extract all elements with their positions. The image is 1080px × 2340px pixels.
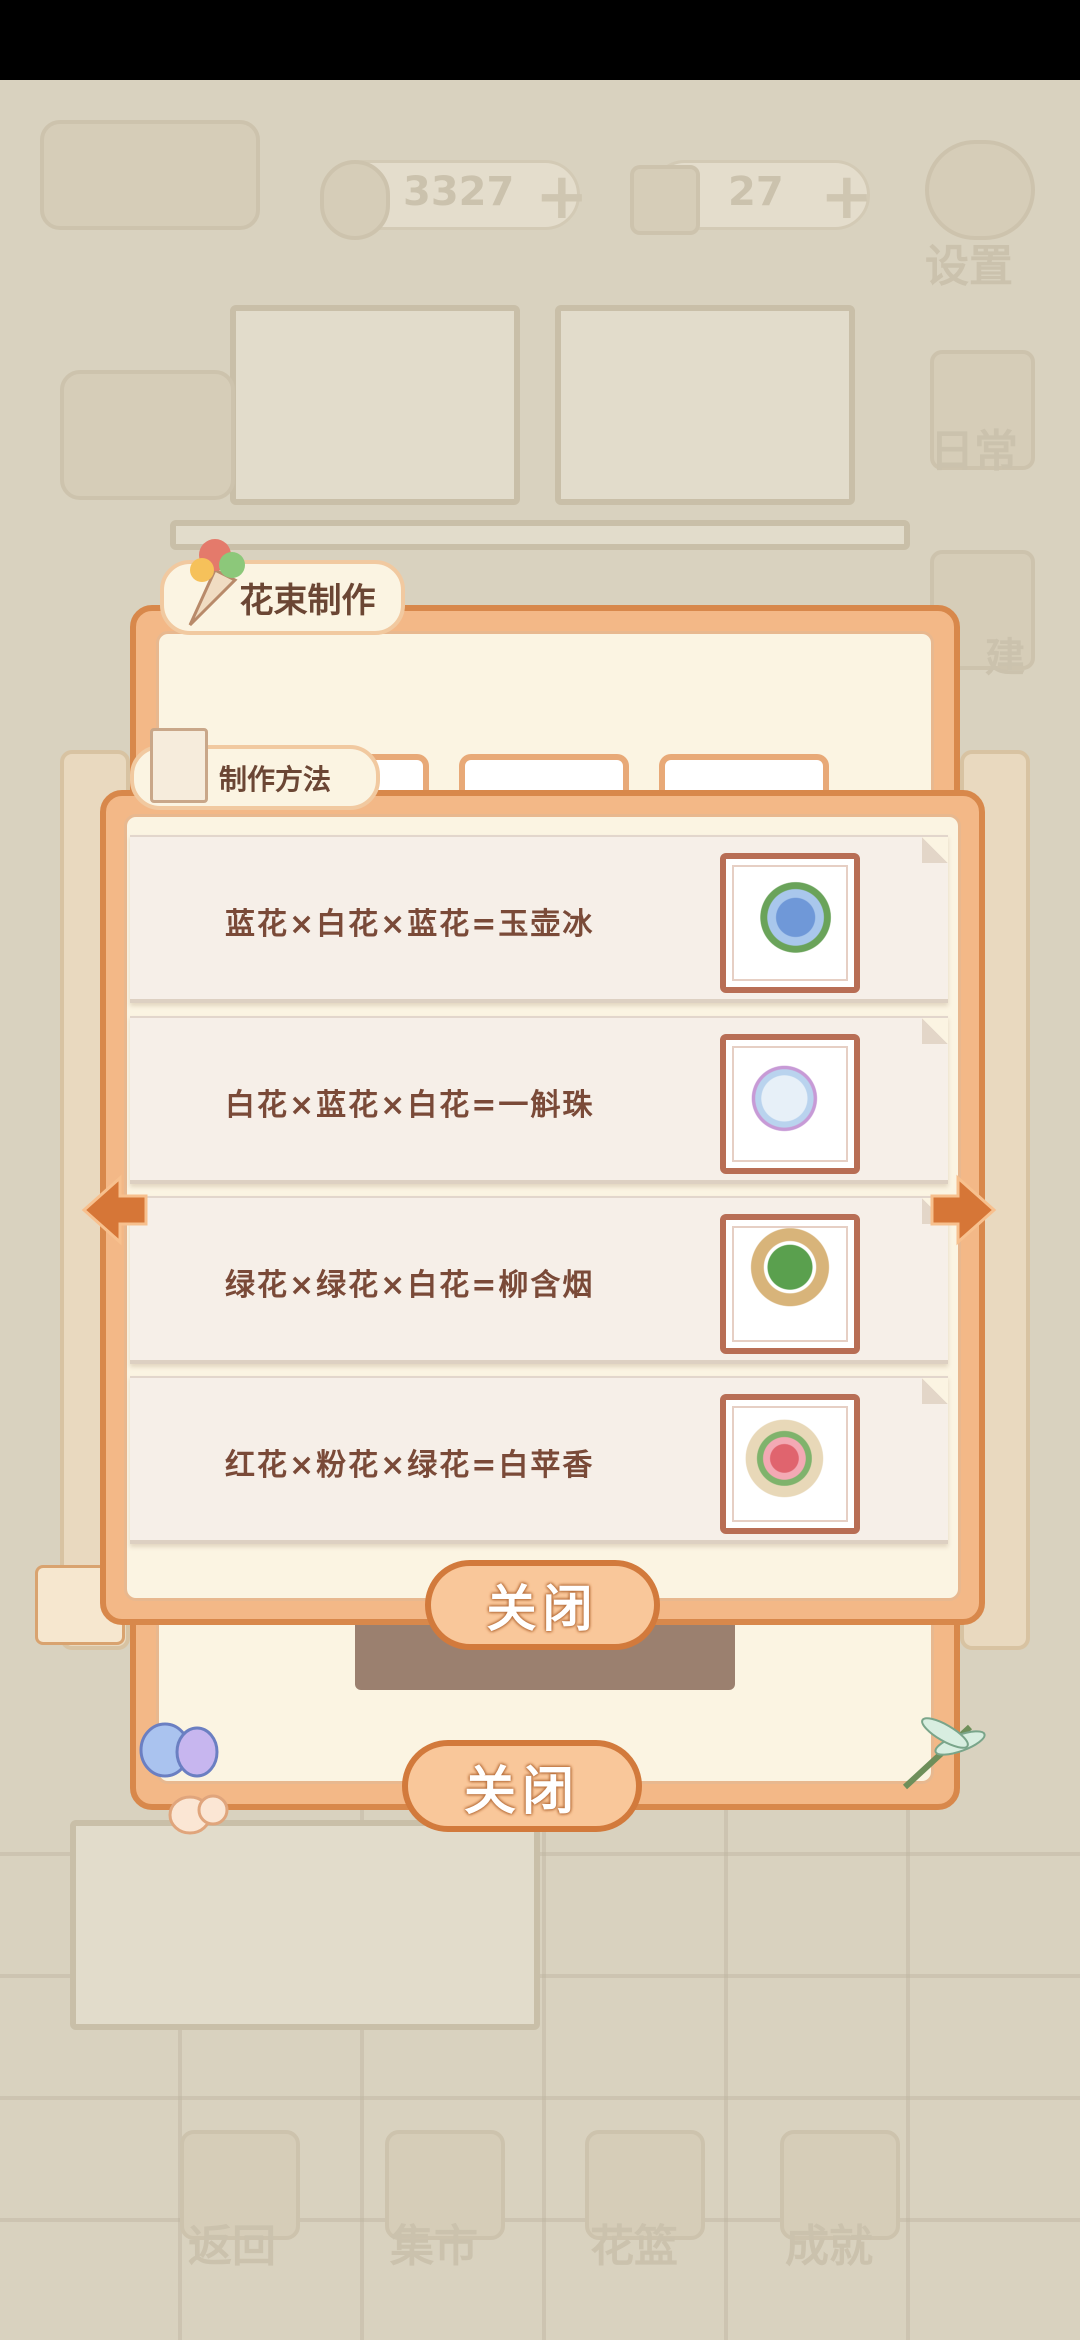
fish-count: 3327 [403,169,515,215]
settings-label: 设置 [925,241,1013,292]
fish-icon [320,160,390,240]
daily-label: 日常 [930,426,1018,477]
recipe-formula: 红花×粉花×绿花=白苹香 [225,1448,595,1483]
fish-add-button[interactable]: + [535,160,589,234]
recipe-dialog-title-text: 制作方法 [218,762,331,796]
recipe-thumbnail [720,1394,860,1534]
nav-market-label[interactable]: 集市 [390,2210,478,2274]
recipe-row[interactable]: 白花×蓝花×白花=一斛珠 [130,1016,948,1184]
bouquet-close-label: 关闭 [463,1761,580,1822]
recipe-thumbnail [720,853,860,993]
left-arrow-icon[interactable] [70,1170,150,1250]
bouquet-close-button[interactable]: 关闭 [402,1740,642,1832]
cheese-add-button[interactable]: + [820,160,874,234]
nav-back-label[interactable]: 返回 [188,2210,276,2274]
recipe-row[interactable]: 红花×粉花×绿花=白苹香 [130,1376,948,1544]
cheese-count: 27 [728,169,784,215]
dragonfly-icon [902,1717,986,1790]
recipe-close-button[interactable]: 关闭 [425,1560,660,1650]
video-ad-icon[interactable] [60,370,235,500]
recipe-formula: 蓝花×白花×蓝花=玉壶冰 [225,907,595,942]
recipe-row[interactable]: 绿花×绿花×白花=柳含烟 [130,1196,948,1364]
gear-icon[interactable] [925,140,1035,240]
blue-hydrangea-bouquet-icon [732,865,848,981]
status-bar [0,0,1080,80]
bouquet-icon [188,539,245,627]
right-arrow-icon[interactable] [928,1170,1008,1250]
recipe-note-icon [150,728,208,803]
shelf-right [555,305,855,505]
recipe-thumbnail [720,1214,860,1354]
recipe-row[interactable]: 蓝花×白花×蓝花=玉壶冰 [130,835,948,1003]
recipe-close-label: 关闭 [486,1580,599,1638]
avatar-banner [40,120,260,230]
white-blue-bouquet-icon [732,1046,848,1162]
recipe-formula: 绿花×绿花×白花=柳含烟 [225,1268,595,1303]
nav-basket-label[interactable]: 花篮 [590,2210,678,2274]
shelf-board [170,520,910,550]
shelf-left [230,305,520,505]
red-pink-bouquet-icon [732,1406,848,1522]
build-label: 建 [985,635,1025,681]
butterfly-icon [139,1722,229,1835]
green-white-bouquet-icon [732,1226,848,1342]
recipe-formula: 白花×蓝花×白花=一斛珠 [225,1088,595,1123]
recipe-thumbnail [720,1034,860,1174]
cheese-icon [630,165,700,235]
nav-achievement-label[interactable]: 成就 [785,2210,873,2274]
table [70,1820,540,2030]
